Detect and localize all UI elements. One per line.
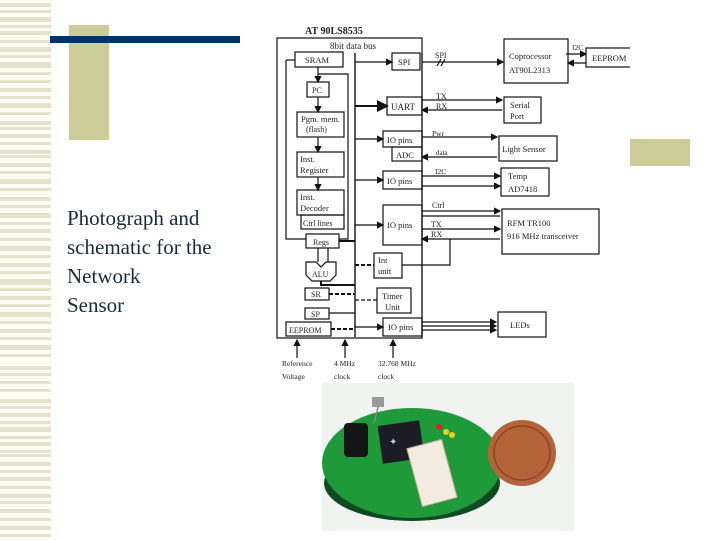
temp-sensor-sub: AD7418 [508, 184, 537, 194]
int-unit-sub: unit [378, 266, 392, 276]
pgm-mem-sub: (flash) [306, 125, 327, 134]
signal-ctrl-label: Ctrl [432, 201, 445, 210]
coprocessor-label: Coprocessor [509, 51, 552, 61]
ctrl-lines-label: Ctrl lines [303, 219, 333, 228]
timer-unit-sub: Unit [385, 302, 401, 312]
inst-decoder-sub: Decoder [300, 203, 329, 213]
chip-title: AT 90LS8535 [305, 26, 363, 37]
signal-pwr-label: Pwr [432, 129, 445, 138]
sp-label: SP [311, 310, 320, 319]
uart-label: UART [391, 102, 415, 112]
coprocessor-sub: AT90L2313 [509, 65, 550, 75]
decorative-stripes [0, 0, 51, 540]
io-pins-2-label: IO pins [387, 176, 412, 186]
inst-register-label: Inst. [300, 154, 315, 164]
caption-line: Photograph and [67, 206, 200, 230]
led-red [436, 424, 442, 430]
signal-rx2-label: RX [431, 230, 442, 239]
eeprom-external-label: EEPROM [592, 53, 627, 63]
clock-32khz-sub: clock [378, 372, 394, 381]
pc-label: PC [312, 86, 322, 95]
light-sensor-part [372, 397, 384, 407]
transceiver-sub: 916 MHz transceiver [507, 231, 579, 241]
temp-sensor-label: Temp [508, 171, 527, 181]
serial-port-sub: Port [510, 111, 525, 121]
io-pins-3-label: IO pins [387, 220, 412, 230]
sensor-photo: ✦ [322, 383, 574, 531]
slide-caption: Photograph and schematic for the Network… [67, 204, 257, 320]
adc-label: ADC [396, 150, 414, 160]
sr-label: SR [311, 290, 321, 299]
int-unit-label: Int [378, 255, 388, 265]
regs-label: Regs [313, 238, 329, 247]
signal-spi-label: SPI [435, 51, 447, 60]
block-schematic: AT 90LS8535 8bit data bus SRAM PC Pgm. m… [276, 26, 630, 381]
signal-tx2-label: TX [431, 220, 442, 229]
serial-port-label: Serial [510, 100, 530, 110]
transceiver-label: RFM TR100 [507, 218, 551, 228]
led-yellow [443, 429, 449, 435]
inst-decoder-label: Inst. [300, 192, 315, 202]
ref-voltage-sub: Voltage [282, 372, 305, 381]
accent-square [630, 139, 690, 166]
caption-line: schematic for the [67, 235, 212, 259]
io-pins-1-label: IO pins [387, 135, 412, 145]
clock-4mhz-label: 4 MHz [334, 359, 356, 368]
svg-text:✦: ✦ [389, 437, 397, 448]
coprocessor-block [503, 38, 569, 84]
signal-i2c-ext-label: I2C [572, 43, 583, 52]
signal-i2c-label: I2C [435, 167, 446, 176]
inst-register-sub: Register [300, 165, 328, 175]
signal-data-label: data [436, 149, 449, 157]
light-sensor-label: Light Sensor [502, 144, 546, 154]
caption-line: Network [67, 264, 141, 288]
timer-unit-label: Timer [382, 291, 403, 301]
signal-tx-label: TX [436, 92, 447, 101]
sram-label: SRAM [305, 55, 330, 65]
leds-label: LEDs [510, 320, 530, 330]
ref-voltage-label: Reference [282, 359, 313, 368]
alu-label: ALU [312, 270, 329, 279]
clock-4mhz-sub: clock [334, 372, 350, 381]
led-yellow-2 [449, 432, 455, 438]
bus-label: 8bit data bus [330, 41, 376, 51]
clock-32khz-label: 32.768 MHz [378, 359, 417, 368]
penny [488, 420, 556, 486]
sensor-component [344, 423, 368, 457]
spi-label: SPI [398, 57, 410, 67]
eeprom-internal-label: EEPROM [289, 326, 321, 335]
signal-rx-label: RX [436, 102, 447, 111]
pgm-mem-label: Pgm. mem. [301, 114, 340, 124]
title-rule [50, 36, 240, 43]
io-pins-4-label: IO pins [388, 322, 413, 332]
caption-line: Sensor [67, 293, 125, 317]
